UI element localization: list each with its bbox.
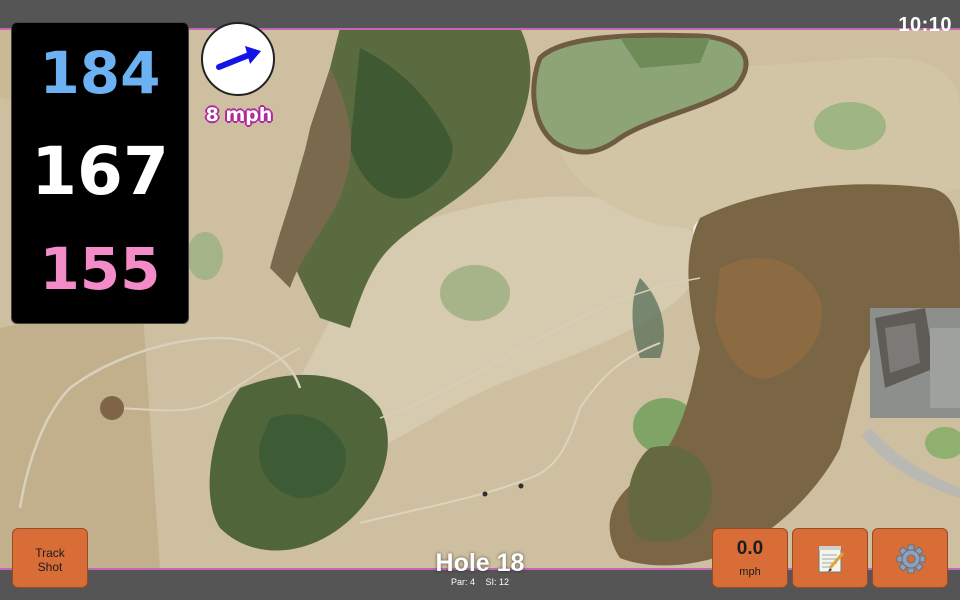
arrow-icon: [216, 46, 261, 70]
track-shot-label-line1: Track: [35, 546, 65, 560]
front-of-green-yardage: 155: [39, 235, 161, 303]
hole-title: Hole 18: [435, 549, 525, 577]
back-of-green-yardage: 184: [39, 39, 161, 107]
wind-speed-label: 8 mph: [205, 104, 273, 126]
track-shot-label-line2: Shot: [37, 560, 63, 574]
speed-value: 0.0: [736, 538, 764, 559]
gear-icon: [896, 544, 926, 574]
yardage-panel[interactable]: 184 167 155: [11, 22, 189, 324]
wind-direction-indicator[interactable]: [201, 22, 275, 96]
hole-details: Par: 4 SI: 12: [380, 577, 580, 587]
par-label: Par: 4: [450, 577, 475, 587]
track-shot-button[interactable]: Track Shot: [12, 528, 88, 588]
stroke-index-label: SI: 12: [485, 577, 510, 587]
notes-button[interactable]: [792, 528, 868, 588]
notepad-icon: [818, 546, 845, 573]
settings-button[interactable]: [872, 528, 948, 588]
golf-gps-screen: 10:10 184 167 155 8 mph Track Shot Hole …: [0, 0, 960, 600]
status-clock: 10:10: [898, 14, 952, 36]
speed-button[interactable]: 0.0 mph: [712, 528, 788, 588]
center-of-green-yardage: 167: [31, 133, 169, 210]
speed-unit: mph: [739, 566, 761, 578]
